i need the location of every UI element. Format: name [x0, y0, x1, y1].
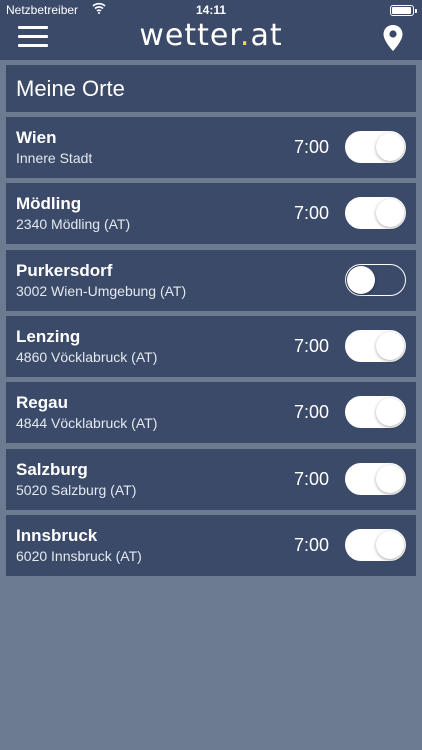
location-name: Innsbruck	[16, 525, 98, 545]
location-notify-time[interactable]: 7:00	[294, 535, 329, 556]
location-notify-time[interactable]: 7:00	[294, 137, 329, 158]
location-toggle[interactable]	[345, 396, 406, 429]
location-subtitle: 5020 Salzburg (AT)	[16, 481, 137, 498]
location-notify-time[interactable]: 7:00	[294, 402, 329, 423]
location-item-mödling[interactable]: Mödling 2340 Mödling (AT) 7:00	[6, 183, 416, 245]
location-name: Salzburg	[16, 459, 88, 479]
app-logo: wetter.at	[0, 18, 422, 53]
location-pin-icon[interactable]	[382, 24, 404, 52]
logo-tld: at	[250, 18, 283, 53]
location-toggle[interactable]	[345, 131, 406, 163]
app-header: Netzbetreiber 14:11 wetter.at	[0, 0, 422, 60]
location-name: Purkersdorf	[16, 260, 113, 280]
toggle-knob	[376, 530, 404, 559]
location-item-purkersdorf[interactable]: Purkersdorf 3002 Wien-Umgebung (AT)	[6, 249, 416, 311]
location-item-lenzing[interactable]: Lenzing 4860 Vöcklabruck (AT) 7:00	[6, 315, 416, 377]
location-toggle[interactable]	[345, 528, 406, 561]
logo-dot: .	[239, 18, 251, 53]
location-name: Wien	[16, 128, 57, 147]
location-subtitle: 6020 Innsbruck (AT)	[16, 547, 142, 564]
location-toggle[interactable]	[345, 462, 406, 495]
toggle-knob	[376, 398, 404, 427]
location-item-salzburg[interactable]: Salzburg 5020 Salzburg (AT) 7:00	[6, 448, 416, 510]
logo-text: wetter	[139, 18, 240, 53]
location-item-wien[interactable]: Wien Innere Stadt 7:00	[6, 117, 416, 178]
page-title: Meine Orte	[16, 76, 125, 101]
location-name: Mödling	[16, 194, 82, 214]
status-bar: Netzbetreiber 14:11	[0, 0, 422, 20]
battery-icon	[390, 5, 417, 16]
location-toggle[interactable]	[345, 197, 406, 230]
location-notify-time[interactable]: 7:00	[294, 203, 329, 224]
location-name: Regau	[16, 393, 68, 413]
location-subtitle: 4844 Vöcklabruck (AT)	[16, 415, 158, 432]
location-subtitle: Innere Stadt	[16, 150, 93, 166]
location-toggle[interactable]	[345, 263, 406, 296]
location-item-innsbruck[interactable]: Innsbruck 6020 Innsbruck (AT) 7:00	[6, 514, 416, 576]
location-toggle[interactable]	[345, 329, 406, 362]
location-subtitle: 4860 Vöcklabruck (AT)	[16, 348, 158, 365]
status-time: 14:11	[195, 3, 227, 17]
toggle-knob	[347, 265, 375, 294]
location-subtitle: 2340 Mödling (AT)	[16, 216, 131, 233]
location-notify-time[interactable]: 7:00	[294, 469, 329, 490]
toggle-knob	[376, 199, 404, 228]
section-header: Meine Orte	[6, 65, 416, 112]
location-item-regau[interactable]: Regau 4844 Vöcklabruck (AT) 7:00	[6, 382, 416, 444]
toggle-knob	[376, 133, 404, 161]
location-notify-time[interactable]: 7:00	[294, 336, 329, 357]
location-name: Lenzing	[16, 326, 81, 346]
location-subtitle: 3002 Wien-Umgebung (AT)	[16, 282, 187, 299]
toggle-knob	[376, 331, 404, 360]
toggle-knob	[376, 464, 404, 493]
